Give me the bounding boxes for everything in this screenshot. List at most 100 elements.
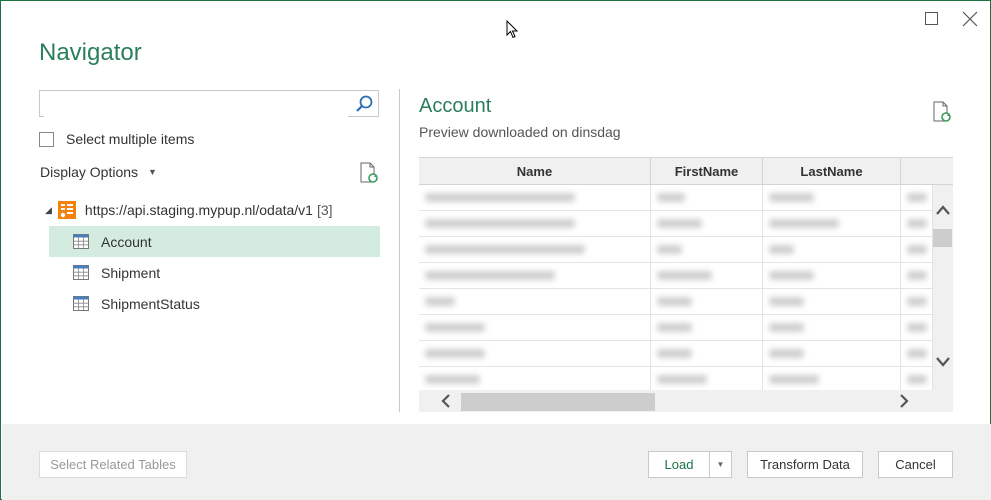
redacted-text [907,193,927,202]
redacted-text [907,375,927,384]
horizontal-scrollbar[interactable] [419,390,933,412]
horizontal-scroll-thumb[interactable] [461,393,655,411]
table-cell-redacted [651,211,763,236]
table-cell-redacted [419,289,651,314]
table-cell-redacted [901,211,933,236]
scroll-down-icon[interactable] [935,355,951,369]
column-header-next[interactable] [901,158,953,185]
table-icon [73,296,89,311]
maximize-button[interactable] [919,7,945,31]
redacted-text [769,193,814,202]
tree-item-label: Shipment [101,264,161,281]
refresh-button[interactable] [359,162,379,189]
table-cell-redacted [651,289,763,314]
redacted-text [425,375,480,384]
table-row [419,341,933,367]
load-dropdown-button[interactable]: ▼ [709,451,732,478]
search-box[interactable] [39,90,379,117]
redacted-text [425,271,555,280]
preview-refresh-button[interactable] [932,101,952,128]
table-cell-redacted [419,263,651,288]
table-cell-redacted [651,263,763,288]
tree-item-label: ShipmentStatus [101,295,200,312]
pane-splitter[interactable] [399,89,400,412]
dialog-title: Navigator [39,39,142,66]
redacted-text [769,297,804,306]
redacted-text [907,271,927,280]
preview-table: Name FirstName LastName [419,157,953,412]
table-cell-redacted [901,367,933,392]
table-cell-redacted [763,263,901,288]
select-related-tables-button[interactable]: Select Related Tables [39,451,187,478]
table-cell-redacted [763,315,901,340]
close-icon [962,11,978,27]
redacted-text [907,323,927,332]
table-cell-redacted [763,211,901,236]
redacted-text [425,349,485,358]
redacted-text [425,219,575,228]
vertical-scrollbar[interactable] [933,185,953,390]
redacted-text [769,271,814,280]
tree-item-shipmentstatus[interactable]: ShipmentStatus [49,288,380,319]
table-cell-redacted [901,315,933,340]
tree-source-label: https://api.staging.mypup.nl/odata/v1 [84,202,313,218]
preview-title: Account [419,95,492,117]
scroll-up-icon[interactable] [935,203,951,217]
table-icon [73,265,89,280]
table-row [419,315,933,341]
redacted-text [769,219,839,228]
table-row [419,289,933,315]
redacted-text [657,297,692,306]
redacted-text [907,349,927,358]
redacted-text [769,245,794,254]
scroll-right-icon[interactable] [897,394,911,408]
table-cell-redacted [763,341,901,366]
table-cell-redacted [763,237,901,262]
search-input[interactable] [44,92,348,117]
tree-item-shipment[interactable]: Shipment [49,257,380,288]
tree-source-node[interactable]: ◢ https://api.staging.mypup.nl/odata/v1 … [45,201,333,219]
select-multiple-label: Select multiple items [66,131,195,147]
table-cell-redacted [419,237,651,262]
redacted-text [657,219,702,228]
display-options-label: Display Options [40,164,139,180]
redacted-text [907,219,927,228]
table-cell-redacted [901,237,933,262]
select-multiple-items[interactable]: Select multiple items [39,131,194,147]
transform-data-button[interactable]: Transform Data [747,451,863,478]
table-row [419,185,933,211]
navigator-dialog: Navigator Select multiple items Display … [0,0,991,500]
table-cell-redacted [651,341,763,366]
redacted-text [425,245,585,254]
table-cell-redacted [651,315,763,340]
redacted-text [425,193,575,202]
table-cell-redacted [763,289,901,314]
redacted-text [657,193,685,202]
table-row [419,237,933,263]
column-header-firstname[interactable]: FirstName [651,158,763,185]
table-body [419,185,933,393]
search-icon[interactable] [354,94,374,114]
vertical-scroll-thumb[interactable] [933,229,952,247]
table-row [419,211,933,237]
close-button[interactable] [957,7,983,31]
column-header-name[interactable]: Name [419,158,651,185]
load-button[interactable]: Load [648,451,710,478]
redacted-text [657,323,692,332]
tree-item-label: Account [101,233,152,250]
caret-down-icon: ▼ [148,167,157,177]
tree-item-account[interactable]: Account [49,226,380,257]
display-options-dropdown[interactable]: Display Options ▼ [40,164,157,180]
scroll-left-icon[interactable] [439,394,453,408]
table-cell-redacted [419,211,651,236]
tree-source-count: [3] [316,202,333,218]
redacted-text [769,375,819,384]
refresh-document-icon [360,162,378,183]
refresh-document-icon [933,101,951,122]
table-cell-redacted [419,315,651,340]
cancel-button[interactable]: Cancel [878,451,953,478]
select-multiple-checkbox[interactable] [39,131,54,147]
column-header-lastname[interactable]: LastName [763,158,901,185]
expand-collapse-icon[interactable]: ◢ [45,205,52,216]
table-cell-redacted [901,289,933,314]
